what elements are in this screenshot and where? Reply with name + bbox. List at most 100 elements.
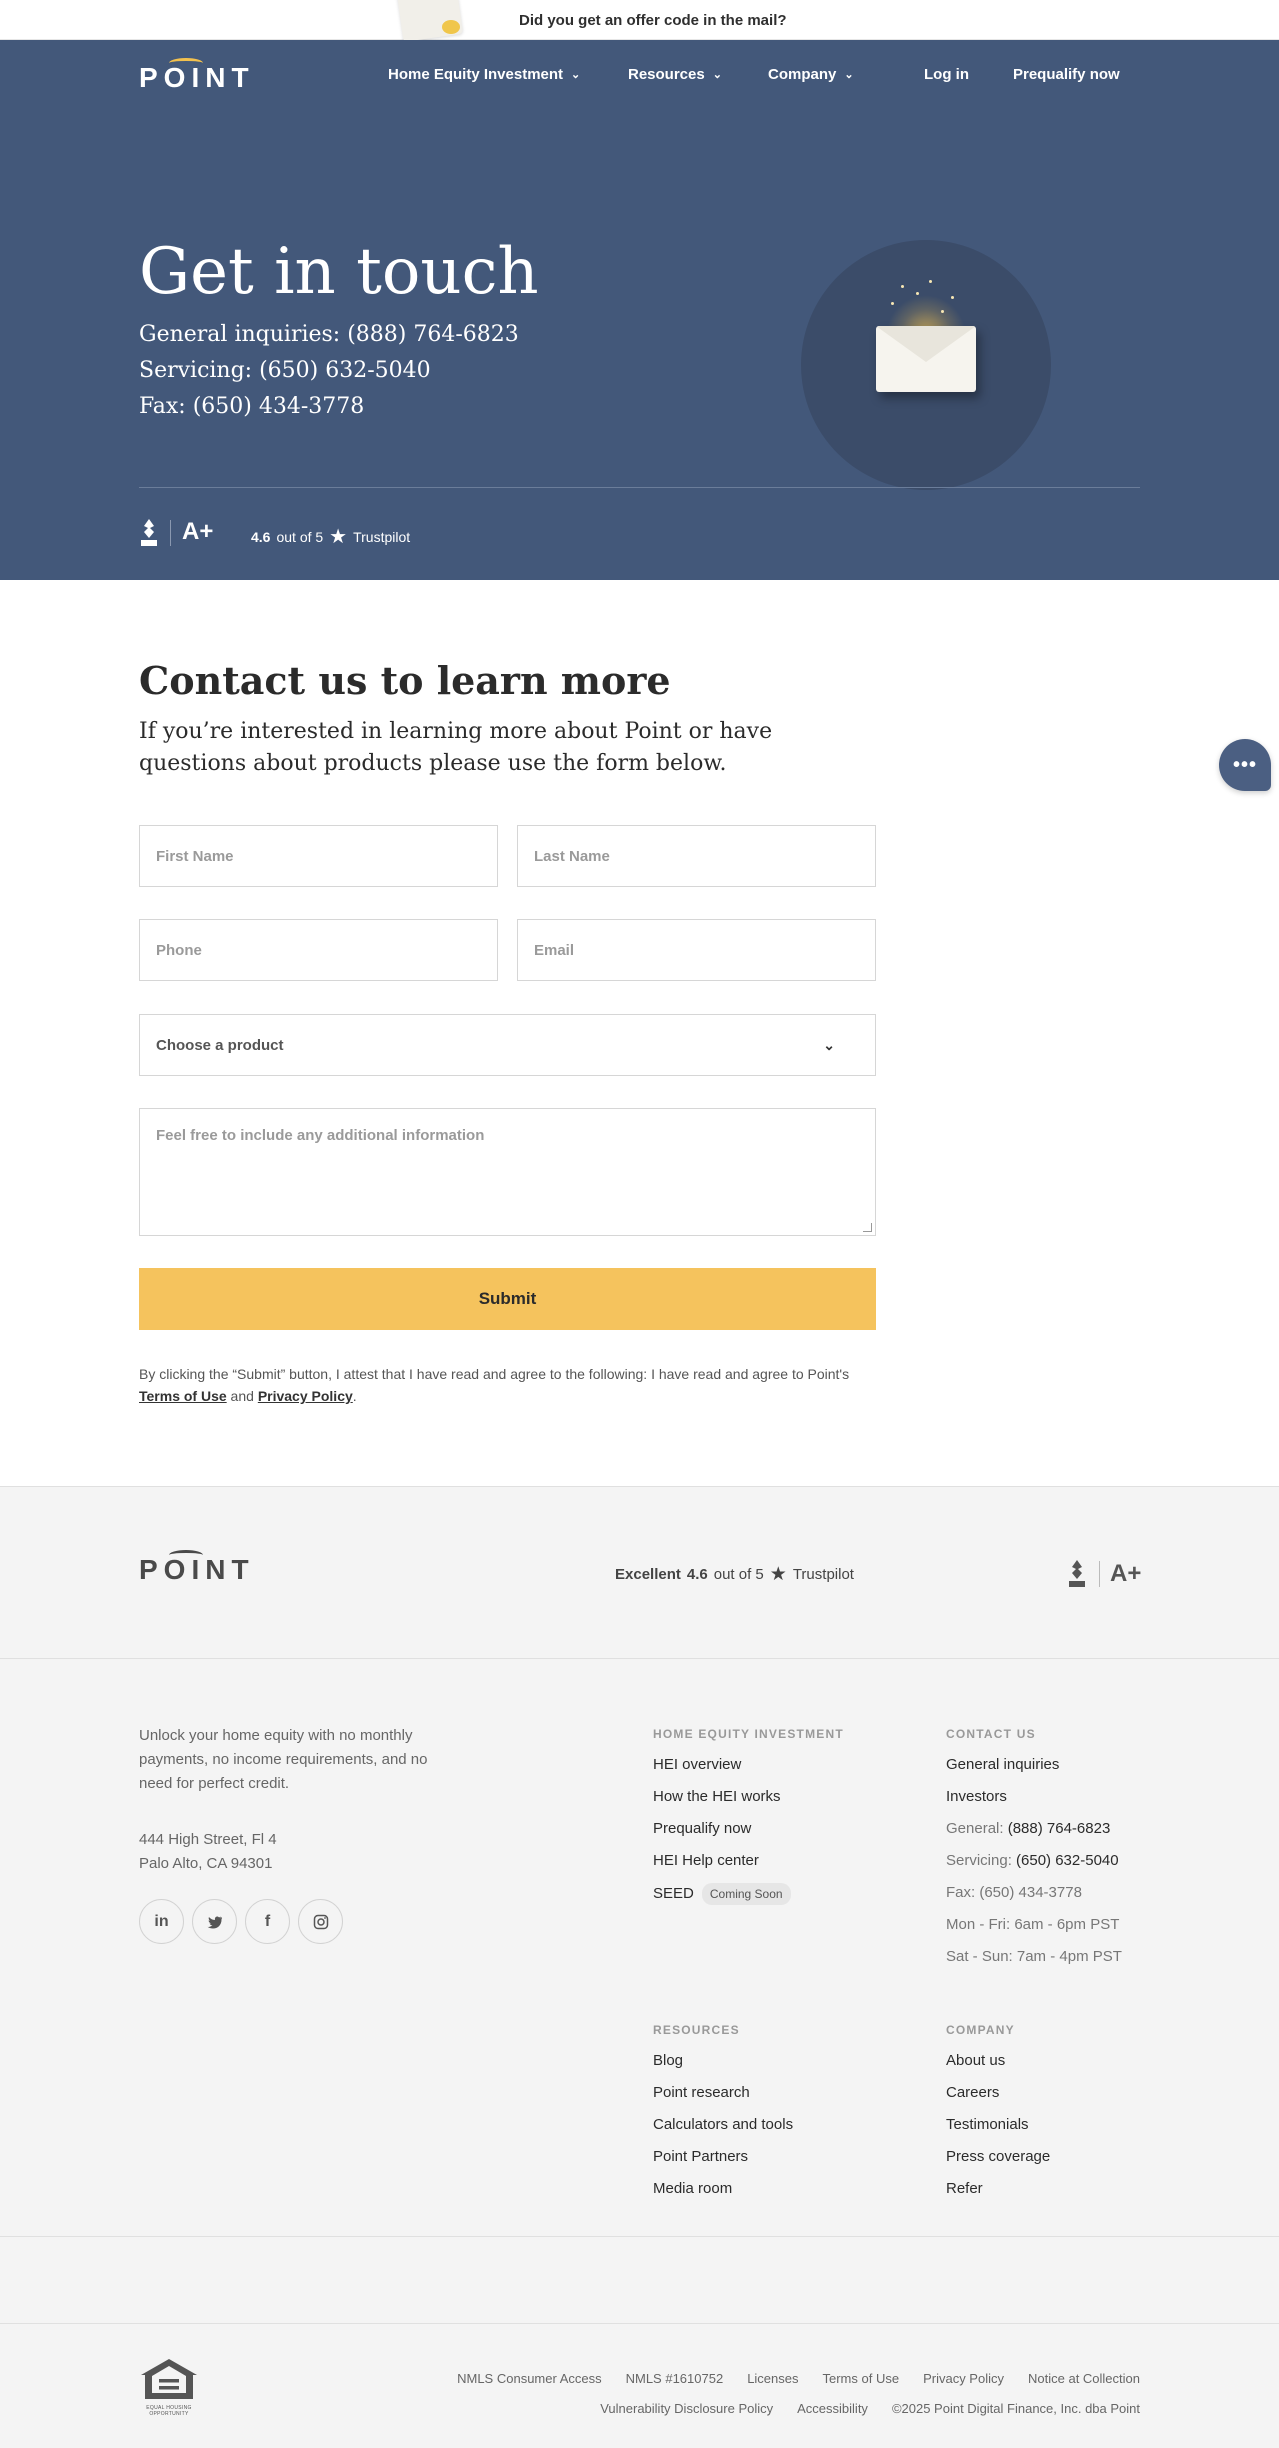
footer-divider [0,2323,1279,2324]
chat-button[interactable]: ••• [1219,739,1271,791]
facebook-icon[interactable]: f [245,1899,290,1944]
twitter-icon[interactable] [192,1899,237,1944]
company-links: About us Careers Testimonials Press cove… [946,2051,1050,2211]
nav-label: Home Equity Investment [388,66,564,83]
mail-illustration [801,240,1051,490]
footer-link[interactable]: Blog [653,2051,793,2083]
footer-link[interactable]: About us [946,2051,1050,2083]
footer-bbb-icon [1069,1560,1085,1587]
trustpilot-rating[interactable]: 4.6 out of 5 ★ Trustpilot [251,524,410,549]
chevron-down-icon: ⌄ [823,1036,835,1053]
licenses-link[interactable]: Licenses [747,2371,798,2386]
login-link[interactable]: Log in [924,66,969,83]
footer-link[interactable]: Testimonials [946,2115,1050,2147]
phone-placeholder: Phone [156,941,202,959]
phone-field[interactable]: Phone [139,919,498,981]
last-name-placeholder: Last Name [534,847,610,865]
nav-company[interactable]: Company ⌄ [768,66,854,83]
footer-link[interactable]: HEI Help center [653,1851,791,1883]
servicing-line: Servicing: (650) 632-5040 [139,358,431,383]
chevron-down-icon: ⌄ [712,69,722,81]
submit-button[interactable]: Submit [139,1268,876,1330]
servicing-phone-link[interactable]: (650) 632-5040 [1016,1852,1119,1869]
footer-bbb-rating: A+ [1110,1560,1142,1587]
resize-handle[interactable] [863,1223,872,1232]
tp-score: 4.6 [686,1566,708,1583]
offer-code-banner[interactable]: Did you get an offer code in the mail? [0,0,1279,40]
terms-of-use-link[interactable]: Terms of Use [139,1388,227,1404]
trustpilot-score: 4.6 [251,528,271,545]
seed-link[interactable]: SEED Coming Soon [653,1883,791,1915]
nav-resources[interactable]: Resources ⌄ [628,66,722,83]
nmls-number[interactable]: NMLS #1610752 [626,2371,724,2386]
footer-link[interactable]: Refer [946,2179,1050,2211]
footer-link[interactable]: HEI overview [653,1755,791,1787]
nav-label: Resources [628,66,705,83]
legal-disclaimer: By clicking the “Submit” button, I attes… [139,1363,879,1407]
footer-link[interactable]: Point research [653,2083,793,2115]
chevron-down-icon: ⌄ [571,69,581,81]
footer-link[interactable]: Calculators and tools [653,2115,793,2147]
hei-links: HEI overview How the HEI works Prequalif… [653,1755,791,1915]
nmls-consumer-access-link[interactable]: NMLS Consumer Access [457,2371,602,2386]
chevron-down-icon: ⌄ [844,69,854,81]
address-line: Palo Alto, CA 94301 [139,1855,273,1872]
footer-link[interactable]: Press coverage [946,2147,1050,2179]
fax-line: Fax: (650) 434-3778 [139,394,365,419]
product-select[interactable]: Choose a product ⌄ [139,1014,876,1076]
footer-link[interactable]: Careers [946,2083,1050,2115]
point-logo[interactable]: POINT [139,58,255,94]
accessibility-link[interactable]: Accessibility [797,2401,868,2416]
contact-title: Contact us to learn more [139,658,671,703]
star-icon: ★ [769,1564,787,1585]
nav-home-equity-investment[interactable]: Home Equity Investment ⌄ [388,66,580,83]
additional-info-textarea[interactable]: Feel free to include any additional info… [139,1108,876,1236]
tp-excellent: Excellent [615,1566,681,1583]
email-field[interactable]: Email [517,919,876,981]
footer-point-logo[interactable]: POINT [139,1550,255,1586]
general-inquiries-link[interactable]: General inquiries [946,1755,1122,1787]
servicing-label: Servicing: [946,1852,1012,1869]
footer: POINT Excellent 4.6 out of 5 ★ Trustpilo… [0,1486,1279,2448]
investors-link[interactable]: Investors [946,1787,1122,1819]
vulnerability-link[interactable]: Vulnerability Disclosure Policy [600,2401,773,2416]
general-phone-link[interactable]: (888) 764-6823 [1008,1820,1111,1837]
prequalify-label: Prequalify now [1013,66,1120,83]
social-links: in f [139,1899,343,1944]
offer-code-banner-text[interactable]: Did you get an offer code in the mail? [519,12,787,29]
general-label: General: [946,1820,1004,1837]
footer-link[interactable]: Point Partners [653,2147,793,2179]
trustpilot-suffix: out of 5 [276,528,324,545]
footer-divider [0,1658,1279,1659]
address-line: 444 High Street, Fl 4 [139,1831,277,1848]
prequalify-button[interactable]: Prequalify now [1013,66,1120,83]
email-placeholder: Email [534,941,575,959]
resources-links: Blog Point research Calculators and tool… [653,2051,793,2211]
notice-link[interactable]: Notice at Collection [1028,2371,1140,2386]
general-phone: General: (888) 764-6823 [946,1819,1122,1851]
product-select-value: Choose a product [156,1036,284,1054]
contact-heading: CONTACT US [946,1727,1036,1741]
footer-divider [0,2236,1279,2237]
privacy-policy-link[interactable]: Privacy Policy [258,1388,353,1404]
weekend-hours: Sat - Sun: 7am - 4pm PST [946,1948,1122,1965]
hei-heading: HOME EQUITY INVESTMENT [653,1727,844,1741]
fax-number: Fax: (650) 434-3778 [946,1884,1082,1901]
instagram-icon[interactable] [298,1899,343,1944]
first-name-field[interactable]: First Name [139,825,498,887]
coming-soon-badge: Coming Soon [701,1883,791,1905]
terms-link[interactable]: Terms of Use [823,2371,900,2386]
privacy-link[interactable]: Privacy Policy [923,2371,1004,2386]
footer-link[interactable]: Media room [653,2179,793,2211]
bbb-icon [141,519,157,546]
footer-link[interactable]: Prequalify now [653,1819,791,1851]
star-icon: ★ [329,526,348,548]
nav-label: Company [768,66,837,83]
seed-label: SEED [653,1885,694,1902]
last-name-field[interactable]: Last Name [517,825,876,887]
footer-trustpilot-rating[interactable]: Excellent 4.6 out of 5 ★ Trustpilot [615,1563,854,1586]
footer-link[interactable]: How the HEI works [653,1787,791,1819]
envelope-illustration [360,0,484,40]
first-name-placeholder: First Name [156,847,234,865]
linkedin-icon[interactable]: in [139,1899,184,1944]
